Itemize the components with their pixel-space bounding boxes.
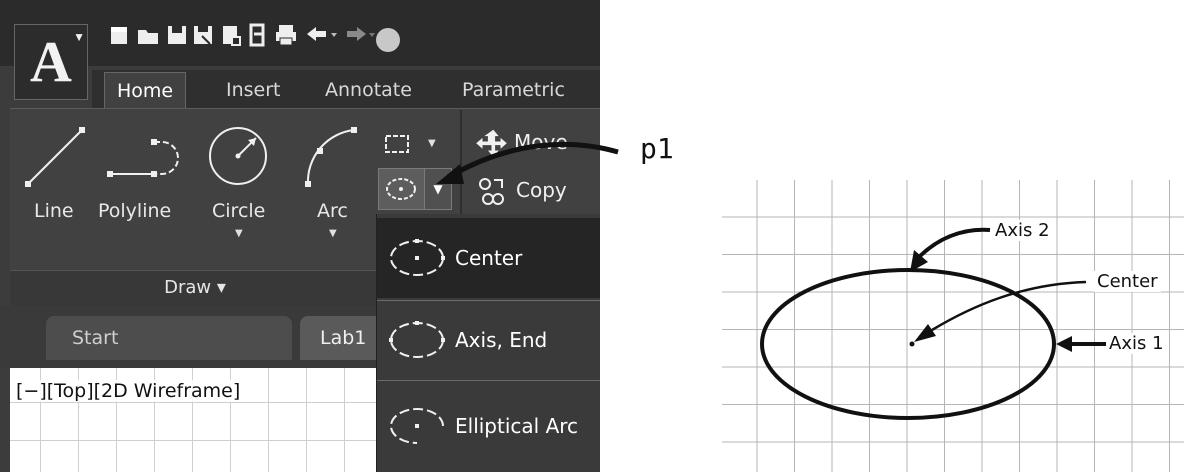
arc-menu-caret[interactable]: ▼ bbox=[329, 228, 337, 239]
app-logo: A bbox=[30, 29, 72, 94]
save-as-icon[interactable] bbox=[192, 22, 214, 48]
chevron-down-icon: ▼ bbox=[73, 30, 85, 44]
ellipse-tool-button[interactable] bbox=[378, 168, 426, 210]
menu-item-axis-end[interactable]: Axis, End bbox=[377, 300, 600, 380]
ellipse-center-icon bbox=[390, 239, 445, 276]
quick-access-toolbar bbox=[0, 0, 600, 66]
draw-panel-title[interactable]: Draw ▾ bbox=[10, 270, 380, 307]
arc-tool-label: Arc bbox=[317, 200, 348, 222]
new-icon[interactable] bbox=[108, 22, 130, 48]
ellipse-diagram bbox=[760, 227, 1106, 420]
center-label: Center bbox=[1094, 271, 1161, 292]
tab-home[interactable]: Home bbox=[104, 72, 187, 109]
menu-item-label: Center bbox=[455, 246, 523, 270]
workspace-icon[interactable] bbox=[376, 28, 400, 52]
line-tool-button[interactable] bbox=[20, 124, 88, 192]
ellipse-icon bbox=[386, 178, 416, 200]
menu-item-center[interactable]: Center bbox=[377, 218, 600, 298]
axis-1-label: Axis 1 bbox=[1106, 333, 1167, 354]
menu-item-elliptical-arc[interactable]: Elliptical Arc bbox=[377, 386, 600, 466]
undo-icon[interactable] bbox=[304, 22, 338, 48]
line-icon bbox=[25, 127, 85, 187]
axis-2-arrow bbox=[916, 227, 991, 260]
print-icon[interactable] bbox=[274, 22, 296, 48]
polyline-tool-label: Polyline bbox=[98, 200, 172, 222]
file-tab-start[interactable]: Start bbox=[46, 316, 292, 360]
rectangle-tool-button[interactable] bbox=[382, 130, 412, 158]
application-menu-button[interactable]: A ▼ bbox=[14, 24, 88, 100]
callout-arrow bbox=[436, 141, 619, 184]
redo-icon[interactable] bbox=[342, 22, 376, 48]
ellipse-dropdown-menu: Center Axis, End Elliptical Arc bbox=[376, 214, 600, 472]
callout-label-p1: p1 bbox=[640, 132, 674, 165]
share-icon[interactable] bbox=[246, 22, 268, 48]
tab-annotate[interactable]: Annotate bbox=[313, 72, 424, 108]
viewport-controls-label[interactable]: [−][Top][2D Wireframe] bbox=[16, 380, 241, 402]
open-icon[interactable] bbox=[136, 22, 158, 48]
polyline-tool-button[interactable] bbox=[104, 128, 184, 188]
arc-tool-button[interactable] bbox=[300, 124, 360, 190]
circle-icon bbox=[209, 127, 267, 185]
line-tool-label: Line bbox=[34, 200, 74, 222]
menu-divider bbox=[377, 380, 600, 381]
elliptical-arc-icon bbox=[390, 408, 444, 444]
axis-2-label: Axis 2 bbox=[992, 220, 1053, 241]
circle-tool-label: Circle bbox=[212, 200, 266, 222]
circle-menu-caret[interactable]: ▼ bbox=[235, 228, 243, 239]
circle-tool-button[interactable] bbox=[206, 124, 270, 188]
polyline-icon bbox=[107, 139, 179, 177]
rectangle-icon bbox=[385, 135, 409, 153]
ellipse-axis-end-icon bbox=[389, 321, 445, 358]
autocad-window: A ▼ Home Insert Annotate Parametric Line bbox=[0, 0, 600, 472]
tab-insert[interactable]: Insert bbox=[214, 72, 293, 108]
menu-item-label: Axis, End bbox=[455, 328, 548, 352]
ellipse-shape bbox=[760, 268, 1056, 420]
arc-icon bbox=[305, 127, 357, 187]
publish-icon[interactable] bbox=[220, 22, 242, 48]
center-point bbox=[909, 341, 915, 347]
save-icon[interactable] bbox=[166, 22, 188, 48]
menu-item-label: Elliptical Arc bbox=[455, 414, 579, 438]
tab-parametric[interactable]: Parametric bbox=[450, 72, 577, 108]
